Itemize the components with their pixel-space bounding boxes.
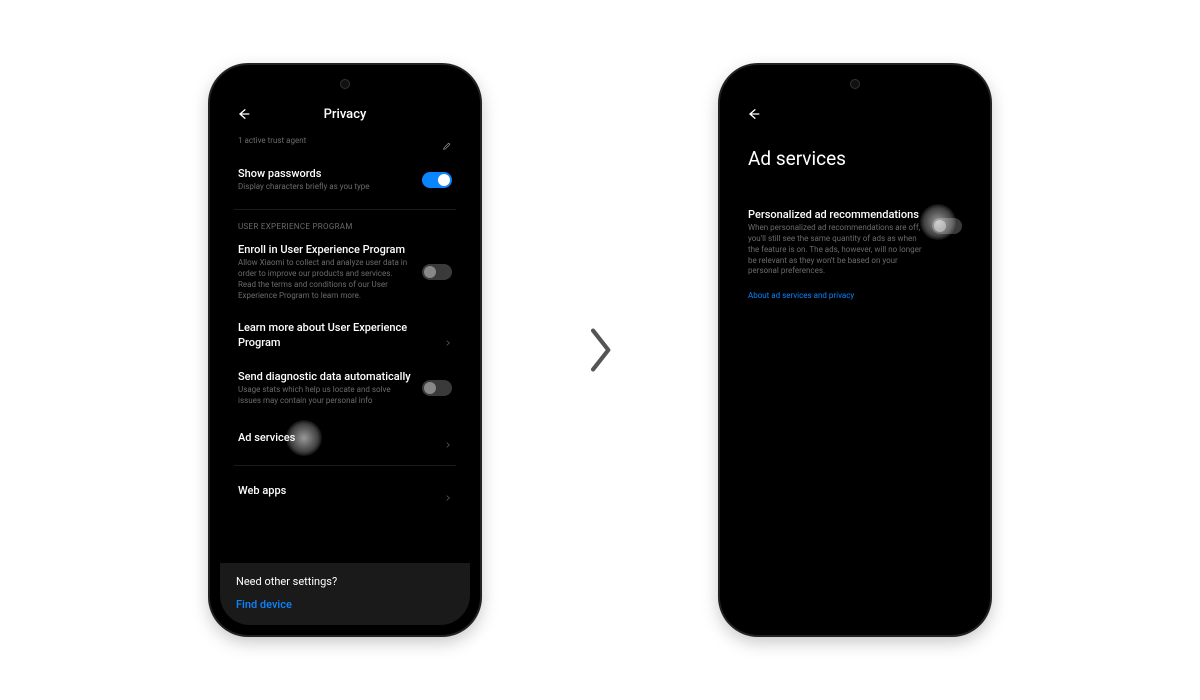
footer-title: Need other settings? (236, 575, 454, 588)
flow-arrow-icon (580, 330, 620, 370)
show-passwords-title: Show passwords (238, 167, 412, 181)
footer-panel: Need other settings? Find device (220, 563, 470, 625)
trust-agent-row[interactable]: 1 active trust agent (234, 135, 456, 157)
section-label-uep: USER EXPERIENCE PROGRAM (234, 216, 456, 233)
trust-agent-caption: 1 active trust agent (238, 136, 432, 147)
enroll-title: Enroll in User Experience Program (238, 243, 412, 257)
ad-services-title: Ad services (238, 431, 434, 445)
header: Privacy (234, 99, 456, 129)
enroll-row[interactable]: Enroll in User Experience Program Allow … (234, 233, 456, 311)
chevron-right-icon (444, 332, 452, 340)
header (744, 99, 966, 129)
enroll-toggle[interactable] (422, 264, 452, 280)
divider (234, 465, 456, 466)
page-title: Ad services (748, 147, 962, 170)
diagnostic-desc: Usage stats which help us locate and sol… (238, 385, 412, 407)
page-title: Privacy (234, 107, 456, 122)
learn-more-row[interactable]: Learn more about User Experience Program (234, 311, 456, 360)
personalized-ads-row[interactable]: Personalized ad recommendations When per… (744, 198, 966, 287)
ad-services-row[interactable]: Ad services (234, 417, 456, 459)
screen-ad-services: Ad services Personalized ad recommendati… (730, 75, 980, 625)
personalized-ads-title: Personalized ad recommendations (748, 208, 922, 222)
phone-left: Privacy 1 active trust agent Show passwo… (210, 65, 480, 635)
personalized-ads-desc: When personalized ad recommendations are… (748, 223, 922, 277)
chevron-right-icon (444, 487, 452, 495)
find-device-link[interactable]: Find device (236, 598, 454, 611)
show-passwords-toggle[interactable] (422, 172, 452, 188)
show-passwords-desc: Display characters briefly as you type (238, 182, 412, 193)
learn-more-title: Learn more about User Experience Program (238, 321, 434, 350)
web-apps-row[interactable]: Web apps (234, 472, 456, 510)
edit-icon[interactable] (442, 136, 452, 146)
chevron-right-icon (444, 434, 452, 442)
enroll-desc: Allow Xiaomi to collect and analyze user… (238, 258, 412, 301)
show-passwords-row[interactable]: Show passwords Display characters briefl… (234, 157, 456, 203)
diagnostic-row[interactable]: Send diagnostic data automatically Usage… (234, 360, 456, 417)
phone-right: Ad services Personalized ad recommendati… (720, 65, 990, 635)
about-ad-services-link[interactable]: About ad services and privacy (744, 287, 966, 304)
divider (234, 209, 456, 210)
web-apps-title: Web apps (238, 484, 434, 498)
screen-privacy: Privacy 1 active trust agent Show passwo… (220, 75, 470, 625)
back-arrow-icon[interactable] (744, 104, 764, 124)
personalized-ads-toggle[interactable] (932, 218, 962, 234)
diagnostic-title: Send diagnostic data automatically (238, 370, 412, 384)
diagnostic-toggle[interactable] (422, 380, 452, 396)
